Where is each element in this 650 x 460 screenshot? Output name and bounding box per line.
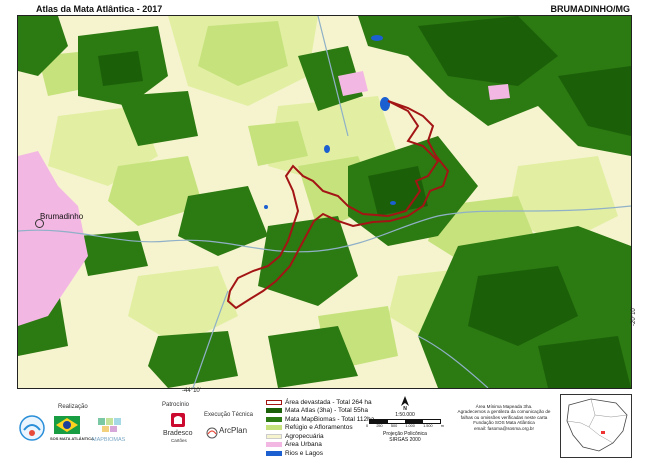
scale-tick: 1.500 [423,424,433,428]
arcplan-label: ArcPlan [219,426,248,435]
legend-swatch-refugio [266,425,282,431]
mapbiomas-logo [95,416,125,434]
legend-label: Rios e Lagos [285,449,323,457]
mapbiomas-label: MAPBIOMAS [92,437,126,443]
realizacao-label: Realização [58,404,88,410]
map-frame[interactable]: Brumadinho [17,15,632,389]
legend-swatch-mata-atlas [266,408,282,414]
land-cover-map [18,16,631,388]
legend-item: Mata MapBiomas - Total 112ha [266,415,374,424]
legend-label: Mata Atlas (3ha) - Total 55ha [285,407,368,415]
execucao-label: Execução Técnica [204,412,253,418]
legend-label: Agropecuária [285,432,324,440]
legend-label: Área Urbana [285,441,322,449]
arcplan-logo [206,426,218,439]
scale-unit: m [440,424,444,428]
scale-ticks: 0 250 500 1.000 1.500 m [366,424,444,428]
legend-swatch-water [266,450,282,456]
scale-ratio: 1:50.000 [395,412,415,418]
brazil-flag-icon [54,416,80,434]
bradesco-label: Bradesco [163,430,193,437]
legend-item: Área devastada - Total 264 ha [266,398,374,407]
scale-block: N 1:50.000 0 250 500 1.000 1.500 m Proje… [360,396,450,443]
legend-item: Mata Atlas (3ha) - Total 55ha [266,407,374,416]
scale-tick: 1.000 [405,424,415,428]
legend-item: Área Urbana [266,441,374,450]
header-location: BRUMADINHO/MG [550,4,631,14]
header-title: Atlas da Mata Atlântica - 2017 [36,4,163,14]
legend-swatch-mata-mapbiomas [266,416,282,422]
legend-swatch-urban [266,442,282,448]
coord-y-label: -20°10' [631,307,637,326]
scale-tick: 500 [390,424,398,428]
legend-item: Agropecuária [266,432,374,441]
bradesco-sub: Cartões [171,438,187,443]
scale-tick: 0 [366,424,369,428]
legend-label: Área devastada - Total 264 ha [285,398,372,406]
patrocinio-label: Patrocínio [162,402,190,408]
datum-label: SIRGAS 2000 [389,437,421,443]
legend: Área devastada - Total 264 ha Mata Atlas… [266,398,374,458]
north-arrow-icon [400,396,410,406]
sos-label: SOS MATA ATLÂNTICA [50,436,94,441]
town-label: Brumadinho [40,212,84,221]
sos-logo [18,414,46,442]
scale-tick: 250 [376,424,383,428]
inset-location-marker [601,431,605,434]
bradesco-logo [170,412,186,428]
inset-locator-map [560,394,632,458]
map-note: Área Mínima Mapeada 3ha. Agradecemos a g… [450,404,558,431]
note-line: email: fasoma@sosma.org.br [473,425,535,431]
legend-label: Refúgio e Afloramentos [285,424,353,432]
legend-item: Refúgio e Afloramentos [266,424,374,433]
legend-swatch-devastated [266,399,282,405]
legend-swatch-agro [266,433,282,439]
legend-item: Rios e Lagos [266,449,374,458]
